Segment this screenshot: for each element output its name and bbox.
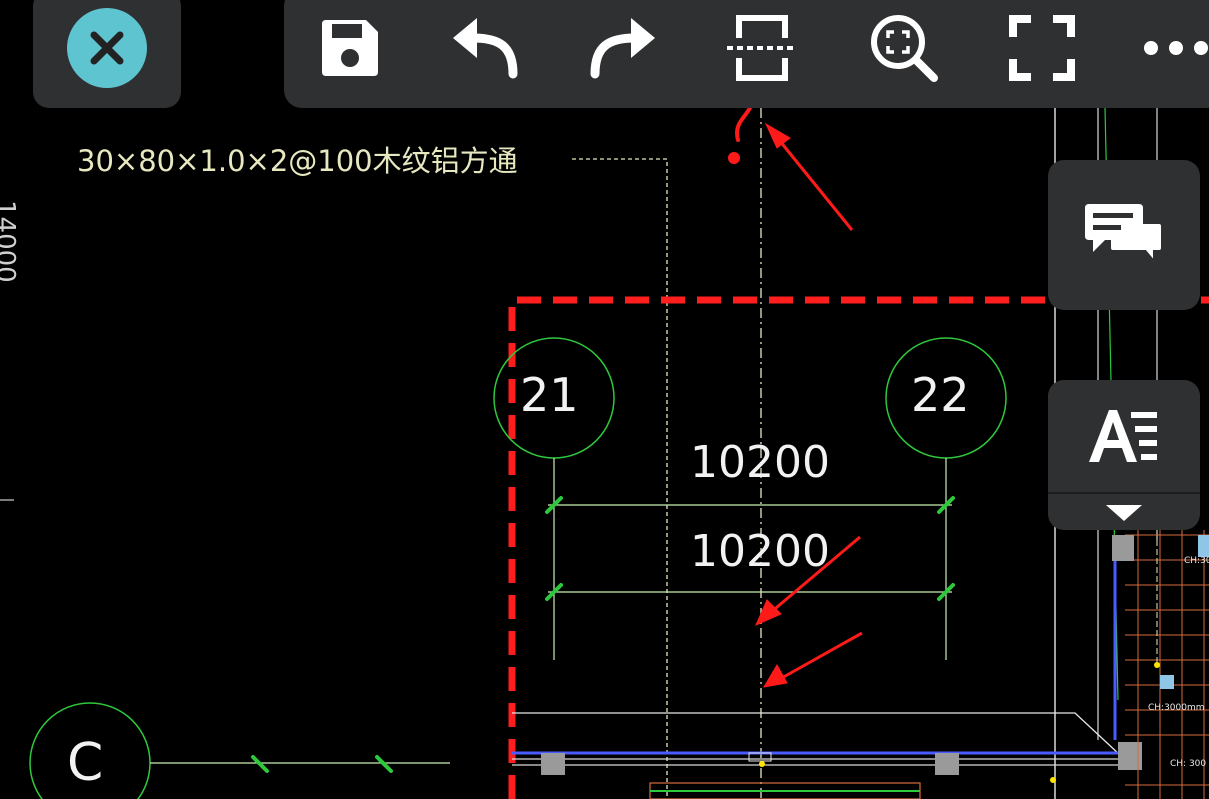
material-note: 30×80×1.0×2@100木纹铝方通	[77, 144, 518, 178]
dimension-bottom: 10200	[690, 526, 830, 577]
column	[541, 753, 565, 775]
axis-label-22: 22	[911, 368, 970, 422]
dot	[1154, 662, 1160, 668]
top-toolbar	[284, 0, 1209, 108]
text-style-expand-button[interactable]	[1048, 492, 1200, 532]
cad-drawing-canvas[interactable]	[0, 0, 1209, 799]
text-style-icon	[1089, 410, 1157, 462]
axis-label-c: C	[67, 733, 104, 793]
column	[935, 753, 959, 775]
section-cut-icon	[727, 15, 797, 81]
text-style-panel	[1048, 380, 1200, 530]
dot	[759, 761, 765, 767]
save-icon	[322, 20, 378, 76]
room-tag: CH:30	[1184, 556, 1209, 566]
room-tag: CH: 300	[1170, 759, 1207, 769]
fixture	[1198, 535, 1209, 557]
more-icon	[1144, 41, 1208, 55]
triangle-down-icon	[1106, 505, 1142, 521]
dot	[1050, 777, 1056, 783]
close-panel	[33, 0, 181, 108]
undo-button[interactable]	[444, 8, 528, 88]
fullscreen-button[interactable]	[1000, 8, 1084, 88]
zoom-extents-button[interactable]	[862, 8, 946, 88]
arrow-annotation-1	[764, 122, 854, 231]
close-icon	[90, 31, 124, 65]
axis-label-21: 21	[520, 368, 579, 422]
comment-icon	[1085, 204, 1165, 268]
comment-panel	[1048, 160, 1200, 310]
room-tag: CH:3000mm	[1148, 703, 1205, 713]
note-leader-line	[572, 158, 668, 799]
undo-icon	[453, 18, 518, 79]
close-button[interactable]	[67, 8, 147, 88]
fullscreen-icon	[1009, 15, 1075, 81]
section-cut-button[interactable]	[720, 8, 804, 88]
wall-outline	[512, 712, 1121, 756]
text-style-button[interactable]	[1048, 380, 1200, 492]
revision-box	[508, 296, 1209, 799]
comment-button[interactable]	[1048, 160, 1200, 310]
column	[1112, 535, 1134, 561]
redo-icon	[590, 18, 655, 79]
redo-button[interactable]	[580, 8, 664, 88]
arrow-annotation-3	[763, 631, 863, 688]
save-button[interactable]	[308, 8, 392, 88]
more-options-button[interactable]	[1134, 8, 1209, 88]
fixture	[1160, 675, 1174, 689]
dimension-top: 10200	[690, 437, 830, 488]
zoom-extents-icon	[871, 15, 938, 82]
dim-ticks	[251, 496, 955, 773]
left-dimension: 14000	[0, 200, 20, 283]
